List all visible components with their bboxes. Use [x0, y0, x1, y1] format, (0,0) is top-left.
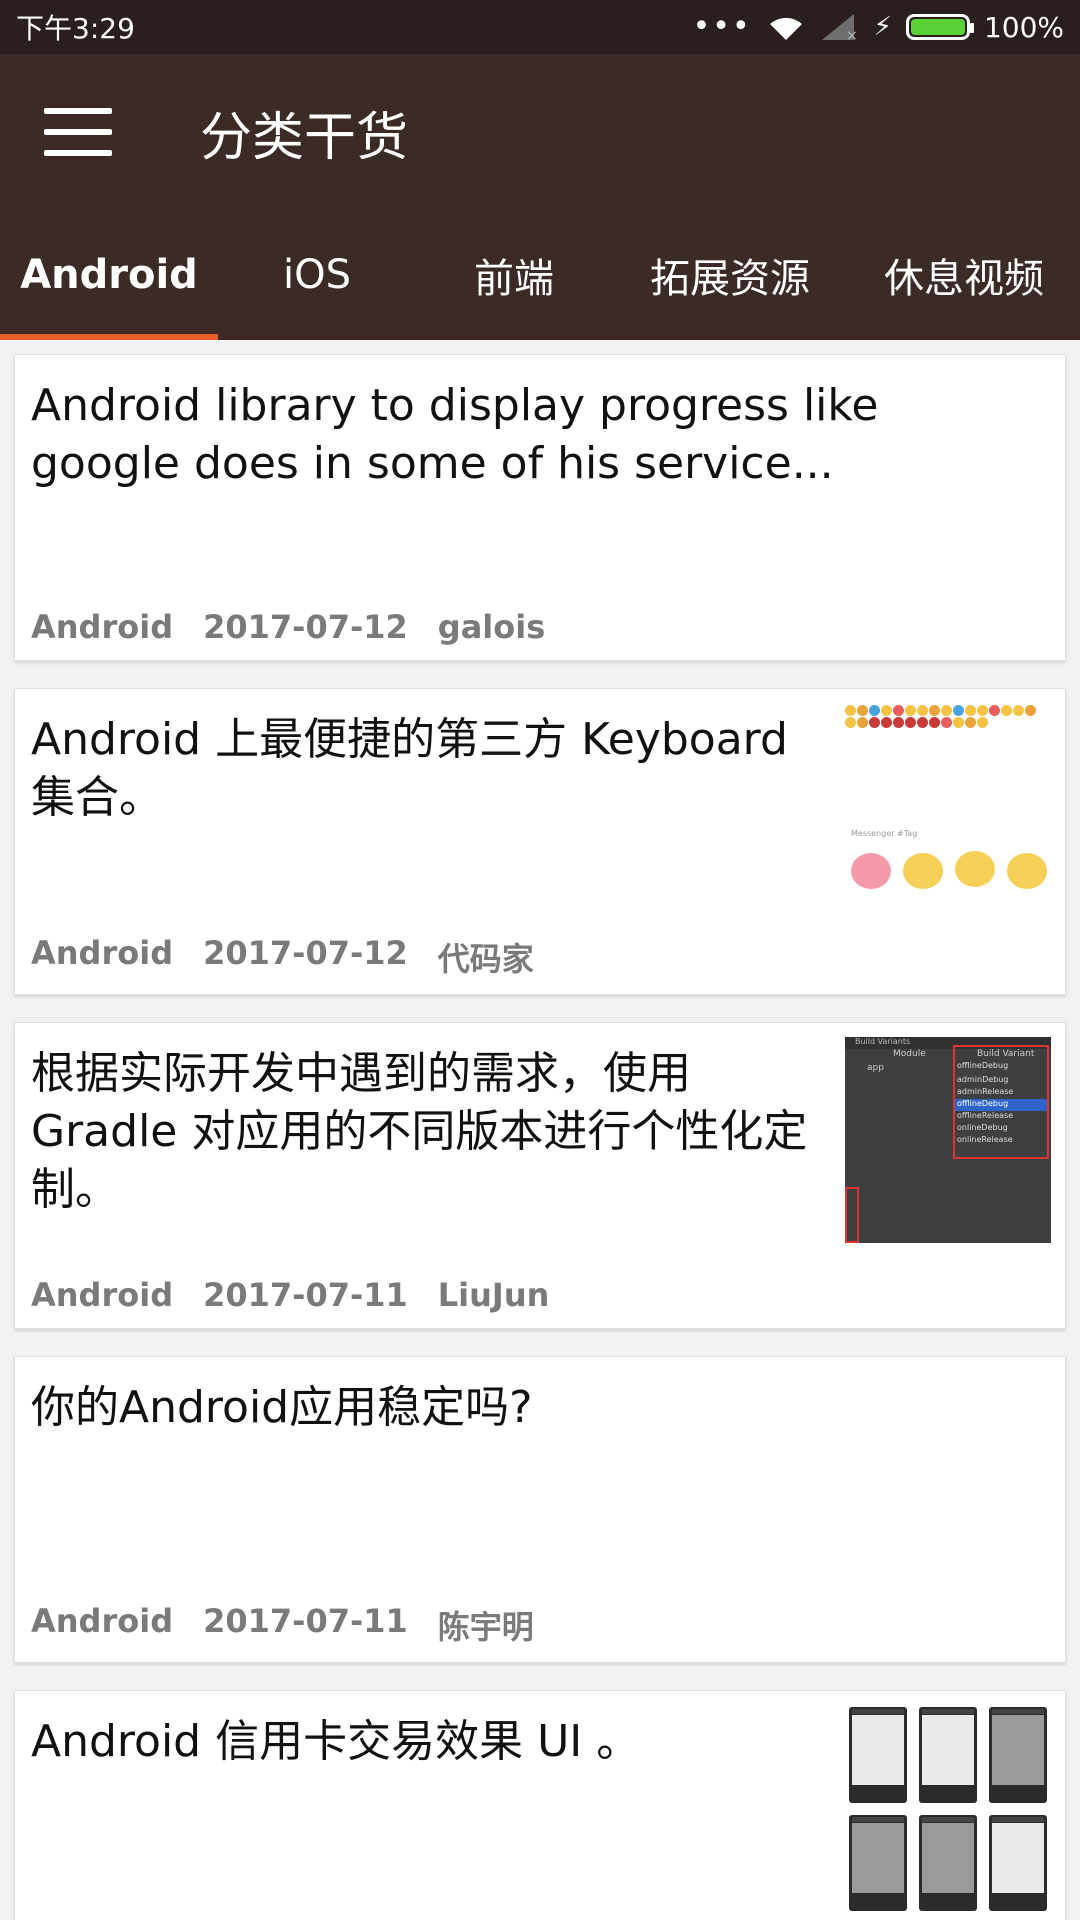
tab-ios[interactable]: iOS — [218, 210, 416, 340]
variant-selected: offlineDebug — [957, 1061, 1009, 1070]
tab-label: 前端 — [474, 256, 554, 302]
tab-label: iOS — [283, 252, 351, 298]
article-thumbnail: Messenger #Tag — [845, 703, 1051, 909]
article-category: Android — [31, 934, 174, 972]
tab-label: Android — [20, 252, 198, 298]
article-author: 陈宇明 — [437, 1608, 534, 1646]
emoji-face — [1007, 853, 1047, 889]
article-title: 根据实际开发中遇到的需求，使用 Gradle 对应用的不同版本进行个性化定制。 — [31, 1048, 808, 1215]
tab-label: 休息视频 — [884, 256, 1044, 302]
article-meta: Android 2017-07-11 LiuJun — [31, 1276, 549, 1314]
article-card[interactable]: Android 信用卡交易效果 UI 。 — [14, 1690, 1066, 1920]
tab-frontend[interactable]: 前端 — [416, 210, 612, 340]
category-tabs: Android iOS 前端 拓展资源 休息视频 — [0, 210, 1080, 340]
messenger-input: Messenger #Tag — [851, 828, 918, 838]
emoji-face — [955, 851, 995, 887]
variant-option: onlineDebug — [957, 1123, 1008, 1132]
phone-screen — [919, 1815, 977, 1911]
battery-icon — [905, 14, 974, 40]
variant-option: adminRelease — [957, 1087, 1014, 1096]
phone-screen — [849, 1815, 907, 1911]
module-name: app — [867, 1063, 884, 1073]
article-card[interactable]: Android library to display progress like… — [14, 354, 1066, 661]
tab-extended-resources[interactable]: 拓展资源 — [612, 210, 848, 340]
phone-screen — [989, 1815, 1047, 1911]
emoji-row — [845, 717, 988, 728]
app-toolbar: 分类干货 — [0, 54, 1080, 210]
article-category: Android — [31, 1276, 174, 1314]
article-meta: Android 2017-07-12 代码家 — [31, 934, 534, 980]
article-thumbnail: Build Variants Module Build Variant app … — [845, 1037, 1051, 1243]
charging-icon: ⚡ — [873, 12, 892, 42]
article-card[interactable]: 你的Android应用稳定吗? Android 2017-07-11 陈宇明 — [14, 1356, 1066, 1663]
more-notifications-icon: ••• — [692, 9, 752, 44]
article-author: 代码家 — [437, 940, 534, 978]
battery-level — [910, 19, 965, 35]
page-title: 分类干货 — [200, 107, 409, 168]
build-variants-side-tab — [845, 1187, 859, 1243]
article-date: 2017-07-11 — [203, 1276, 408, 1314]
hamburger-menu-icon — [44, 108, 112, 156]
wifi-icon — [769, 17, 802, 40]
tab-label: 拓展资源 — [650, 256, 810, 302]
menu-button[interactable] — [0, 54, 156, 210]
emoji-row — [845, 705, 1036, 716]
article-date: 2017-07-12 — [203, 934, 408, 972]
article-date: 2017-07-12 — [203, 608, 408, 646]
variant-option: offlineDebug — [955, 1099, 1047, 1111]
tab-android[interactable]: Android — [0, 210, 218, 340]
variant-option: adminDebug — [957, 1075, 1009, 1084]
article-thumbnail — [845, 1705, 1051, 1911]
emoji-face — [903, 853, 943, 889]
status-bar: 下午3:29 ••• × ⚡ 100% — [0, 0, 1080, 54]
article-title: 你的Android应用稳定吗? — [31, 1382, 533, 1433]
phone-screen — [989, 1707, 1047, 1803]
battery-percent: 100% — [983, 10, 1064, 44]
article-meta: Android 2017-07-12 galois — [31, 608, 545, 646]
article-meta: Android 2017-07-11 陈宇明 — [31, 1602, 534, 1648]
status-time: 下午3:29 — [16, 12, 135, 45]
svg-text:×: × — [846, 28, 858, 42]
phone-screen — [849, 1707, 907, 1803]
tab-rest-videos[interactable]: 休息视频 — [848, 210, 1080, 340]
variant-option: offlineRelease — [957, 1111, 1014, 1120]
article-card[interactable]: 根据实际开发中遇到的需求，使用 Gradle 对应用的不同版本进行个性化定制。 … — [14, 1022, 1066, 1329]
module-column-header: Module — [893, 1049, 926, 1059]
emoji-face — [851, 853, 891, 889]
article-category: Android — [31, 608, 174, 646]
article-category: Android — [31, 1602, 174, 1640]
phone-screen — [919, 1707, 977, 1803]
variant-option: onlineRelease — [957, 1135, 1013, 1144]
article-author: galois — [437, 608, 546, 646]
article-list[interactable]: Android library to display progress like… — [0, 340, 1080, 1920]
article-title: Android library to display progress like… — [31, 380, 879, 489]
signal-icon: × — [821, 14, 858, 42]
article-title: Android 信用卡交易效果 UI 。 — [31, 1716, 641, 1767]
article-date: 2017-07-11 — [203, 1602, 408, 1640]
article-card[interactable]: Android 上最便捷的第三方 Keyboard 集合。 Messenger … — [14, 688, 1066, 995]
article-title: Android 上最便捷的第三方 Keyboard 集合。 — [31, 714, 788, 823]
article-author: LiuJun — [437, 1276, 550, 1314]
